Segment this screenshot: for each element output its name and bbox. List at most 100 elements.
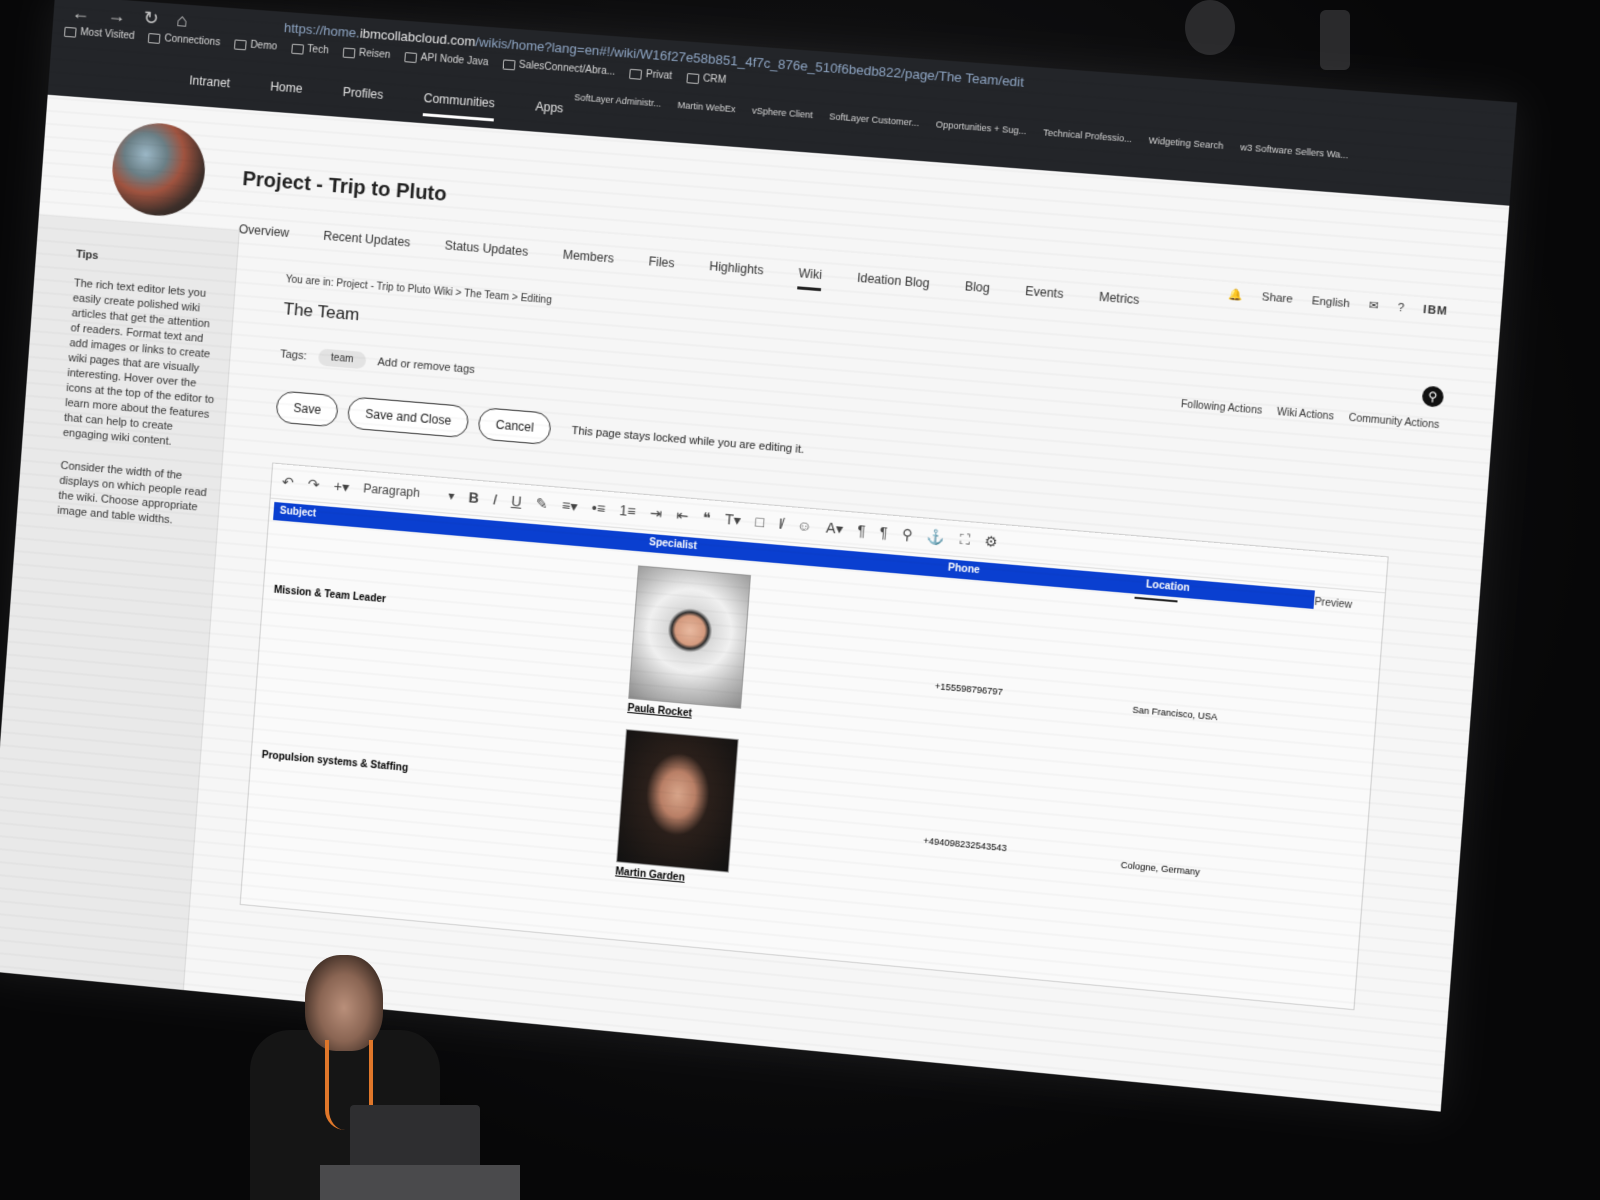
breadcrumb-path[interactable]: Project - Trip to Pluto Wiki > The Team … [336, 278, 552, 306]
language-select[interactable]: English [1311, 294, 1350, 309]
bookmark-label: Technical Professio... [1042, 127, 1133, 145]
folder-icon [290, 43, 304, 55]
wiki-edit-area: You are in: Project - Trip to Pluto Wiki… [239, 274, 1440, 1012]
bullet-list-icon[interactable]: •≡ [591, 500, 606, 517]
bookmark-item[interactable]: w3 Software Sellers Wa... [1240, 142, 1349, 160]
bookmark-label: Most Visited [79, 26, 135, 43]
tab-blog[interactable]: Blog [964, 279, 990, 304]
table-cell-subject: Mission & Team Leader [273, 584, 387, 606]
projected-screen: ← → ↻ ⌂ https://home.ibmcollabcloud.com/… [0, 0, 1518, 1112]
folder-icon [502, 58, 516, 70]
bookmark-item[interactable]: API Node Java [404, 51, 489, 68]
align-icon[interactable]: ≡▾ [561, 497, 578, 515]
table-cell-phone: +155598796797 [934, 681, 1004, 698]
underline-icon[interactable]: U [511, 493, 522, 510]
tab-events[interactable]: Events [1024, 284, 1064, 310]
settings-icon[interactable]: ⚙ [984, 532, 998, 550]
paragraph-select[interactable]: Paragraph ▾ [363, 481, 455, 503]
folder-icon [404, 51, 418, 63]
tab-ideation-blog[interactable]: Ideation Blog [856, 271, 931, 300]
redo-icon[interactable]: ↷ [307, 475, 320, 493]
bookmark-item[interactable]: Opportunities + Sug... [935, 119, 1027, 136]
emoji-icon[interactable]: ☺ [796, 517, 812, 534]
bookmark-item[interactable]: SoftLayer Customer... [829, 111, 920, 128]
back-icon[interactable]: ← [71, 2, 90, 24]
mail-icon[interactable]: ✉ [1368, 298, 1379, 312]
topnav-item-apps[interactable]: Apps [534, 99, 564, 126]
clear-format-icon[interactable]: I̸ [778, 515, 783, 532]
undo-icon[interactable]: ↶ [281, 473, 294, 491]
bookmark-item[interactable]: Martin WebEx [677, 100, 736, 114]
bookmark-item[interactable]: Most Visited [63, 26, 135, 43]
tab-status-updates[interactable]: Status Updates [444, 238, 528, 268]
cancel-button[interactable]: Cancel [477, 407, 553, 446]
stage-light [1185, 0, 1235, 55]
indent-icon[interactable]: ⇥ [649, 504, 663, 522]
action-menu[interactable]: Following Actions [1181, 399, 1263, 417]
topnav-item-communities[interactable]: Communities [422, 90, 496, 122]
rtl-icon[interactable]: ¶ [879, 524, 888, 541]
format-paint-icon[interactable]: □ [755, 513, 765, 530]
topnav-item-profiles[interactable]: Profiles [342, 85, 383, 113]
reload-icon[interactable]: ↻ [143, 8, 160, 30]
bookmark-item[interactable]: Privat [629, 68, 672, 82]
bookmark-item[interactable]: Connections [148, 32, 221, 48]
action-menu[interactable]: Community Actions [1348, 413, 1440, 432]
tab-recent-updates[interactable]: Recent Updates [322, 229, 411, 259]
column-header-location: Location [1145, 579, 1191, 595]
bookmark-item[interactable]: vSphere Client [752, 105, 814, 120]
home-icon[interactable]: ⌂ [176, 10, 188, 32]
quote-icon[interactable]: ❝ [702, 508, 711, 526]
tab-wiki[interactable]: Wiki [797, 266, 823, 292]
bold-icon[interactable]: B [468, 489, 479, 506]
tab-members[interactable]: Members [562, 248, 614, 275]
save-and-close-button[interactable]: Save and Close [347, 396, 470, 439]
topnav-item-home[interactable]: Home [269, 79, 303, 106]
bookmark-item[interactable]: SoftLayer Administr... [574, 92, 662, 109]
find-icon[interactable]: ⚲ [901, 525, 913, 543]
italic-icon[interactable]: I [492, 491, 497, 507]
text-size-icon[interactable]: T▾ [724, 510, 741, 529]
action-menu[interactable]: Wiki Actions [1276, 407, 1334, 423]
bookmark-item[interactable]: Widgeting Search [1148, 135, 1223, 151]
tab-overview[interactable]: Overview [238, 222, 289, 249]
outdent-icon[interactable]: ⇤ [676, 506, 689, 524]
bookmark-item[interactable]: Tech [290, 43, 329, 56]
bookmark-item[interactable]: Reisen [342, 46, 391, 61]
lock-message: This page stays locked while you are edi… [571, 424, 805, 457]
bookmark-item[interactable]: CRM [686, 72, 727, 86]
url-prefix: https://home. [283, 19, 361, 41]
tab-highlights[interactable]: Highlights [708, 259, 764, 287]
editor-mode-tab[interactable]: Preview [1314, 597, 1352, 618]
bookmark-label: Connections [164, 33, 221, 49]
bookmark-label: Demo [249, 39, 278, 53]
speaker-head [305, 955, 383, 1051]
help-icon[interactable]: ? [1397, 301, 1404, 314]
ibm-logo: IBM [1422, 303, 1449, 318]
save-button[interactable]: Save [275, 390, 340, 428]
insert-icon[interactable]: +▾ [333, 477, 350, 495]
tab-metrics[interactable]: Metrics [1098, 290, 1140, 317]
numbered-list-icon[interactable]: 1≡ [619, 502, 637, 520]
bookmark-item[interactable]: Demo [233, 38, 278, 53]
topnav-item-intranet[interactable]: Intranet [188, 73, 231, 101]
language-icon[interactable]: A▾ [825, 519, 844, 538]
fullscreen-icon[interactable]: ⛶ [959, 530, 970, 548]
bookmark-item[interactable]: SalesConnect/Abra... [502, 58, 616, 78]
specialist-name: Martin Garden [614, 866, 686, 884]
share-link[interactable]: Share [1261, 291, 1293, 306]
tab-files[interactable]: Files [647, 254, 675, 279]
rich-text-editor[interactable]: ↶ ↷ +▾ Paragraph ▾ B I U ✎ ≡▾ •≡ 1≡ ⇥ ⇤ ❝… [239, 462, 1389, 1011]
specialist-name: Paula Rocket [627, 702, 693, 720]
tag-chip[interactable]: team [318, 348, 367, 370]
brush-icon[interactable]: ✎ [535, 494, 548, 512]
bookmark-item[interactable]: Technical Professio... [1043, 127, 1133, 144]
anchor-icon[interactable]: ⚓ [927, 527, 946, 546]
ltr-icon[interactable]: ¶ [857, 522, 866, 539]
add-remove-tags-link[interactable]: Add or remove tags [377, 356, 475, 376]
column-header-subject: Subject [279, 505, 317, 520]
bell-icon[interactable]: 🔔 [1228, 287, 1243, 301]
community-logo [109, 119, 209, 220]
forward-icon[interactable]: → [107, 5, 126, 27]
search-icon[interactable]: ⚲ [1421, 385, 1445, 408]
